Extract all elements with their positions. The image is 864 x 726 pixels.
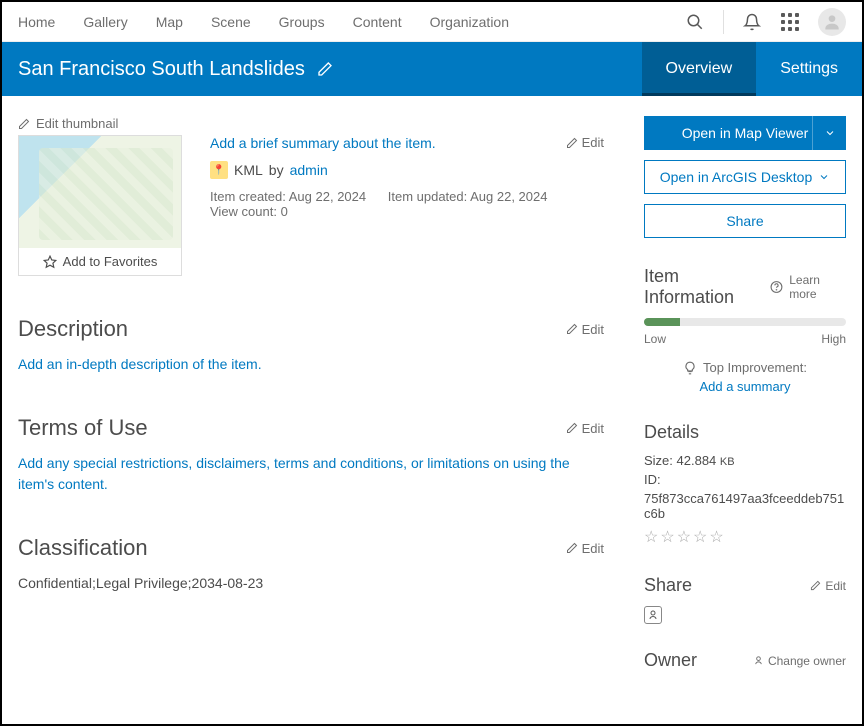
completeness-bar — [644, 318, 846, 326]
lightbulb-icon — [683, 361, 697, 375]
chevron-down-icon — [818, 171, 830, 183]
owner-section: Owner Change owner — [644, 650, 846, 671]
description-section: Description Edit Add an in-depth descrip… — [18, 316, 604, 375]
nav-groups[interactable]: Groups — [279, 14, 325, 30]
item-type: KML — [234, 162, 263, 178]
classification-section: Classification Edit Confidential;Legal P… — [18, 535, 604, 594]
star-icon[interactable]: ☆ — [693, 527, 707, 547]
share-section: Share Edit — [644, 575, 846, 624]
owner-link[interactable]: admin — [290, 162, 328, 178]
nav-scene[interactable]: Scene — [211, 14, 251, 30]
add-summary-link[interactable]: Add a brief summary about the item. — [210, 135, 436, 151]
completeness-fill — [644, 318, 680, 326]
star-icon[interactable]: ☆ — [660, 527, 674, 547]
bell-icon[interactable] — [742, 12, 762, 32]
edit-summary[interactable]: Edit — [566, 135, 604, 150]
id-label: ID: — [644, 472, 846, 487]
edit-thumbnail-label: Edit thumbnail — [36, 116, 118, 131]
chevron-down-icon[interactable] — [812, 116, 846, 150]
avatar[interactable] — [818, 8, 846, 36]
edit-classification[interactable]: Edit — [566, 541, 604, 556]
low-label: Low — [644, 332, 666, 346]
nav-organization[interactable]: Organization — [430, 14, 509, 30]
nav-map[interactable]: Map — [156, 14, 183, 30]
nav-content[interactable]: Content — [353, 14, 402, 30]
updated-date: Item updated: Aug 22, 2024 — [388, 189, 548, 204]
edit-description[interactable]: Edit — [566, 322, 604, 337]
nav-links: Home Gallery Map Scene Groups Content Or… — [18, 14, 509, 30]
thumbnail-box: Add to Favorites — [18, 135, 182, 276]
owner-title: Owner — [644, 650, 697, 671]
edit-thumbnail-link[interactable]: Edit thumbnail — [18, 116, 604, 131]
view-count: View count: 0 — [210, 204, 604, 219]
tab-overview[interactable]: Overview — [642, 42, 757, 96]
top-nav: Home Gallery Map Scene Groups Content Or… — [2, 2, 862, 42]
star-icon[interactable]: ☆ — [644, 527, 658, 547]
change-owner[interactable]: Change owner — [753, 654, 846, 668]
help-icon[interactable] — [770, 280, 783, 294]
item-type-line: 📍 KML by admin — [210, 161, 604, 179]
item-header: San Francisco South Landslides Overview … — [2, 42, 862, 96]
add-to-favorites[interactable]: Add to Favorites — [19, 248, 181, 275]
open-arcgis-desktop-button[interactable]: Open in ArcGIS Desktop — [644, 160, 846, 194]
star-icon[interactable]: ☆ — [677, 527, 691, 547]
page-title: San Francisco South Landslides — [18, 58, 305, 81]
id-value: 75f873cca761497aa3fceeddeb751c6b — [644, 491, 846, 521]
share-button[interactable]: Share — [644, 204, 846, 238]
item-info-title: Item Information — [644, 266, 764, 308]
top-improvement: Top Improvement: Add a summary — [644, 360, 846, 394]
nav-gallery[interactable]: Gallery — [83, 14, 127, 30]
meta-column: Add a brief summary about the item. Edit… — [210, 135, 604, 276]
edit-share[interactable]: Edit — [810, 579, 846, 593]
tab-settings[interactable]: Settings — [756, 42, 862, 96]
classification-heading: Classification — [18, 535, 148, 561]
meta-dates: Item created: Aug 22, 2024 Item updated:… — [210, 189, 604, 219]
by-label: by — [269, 162, 284, 178]
thumbnail-image[interactable] — [19, 136, 181, 248]
sidebar: Open in Map Viewer Open in ArcGIS Deskto… — [644, 116, 862, 722]
learn-more-link[interactable]: Learn more — [789, 273, 846, 301]
add-favorites-label: Add to Favorites — [63, 254, 158, 269]
add-summary-suggestion[interactable]: Add a summary — [644, 379, 846, 394]
terms-heading: Terms of Use — [18, 415, 148, 441]
item-information-section: Item Information Learn more Low High Top… — [644, 266, 846, 394]
description-heading: Description — [18, 316, 128, 342]
kml-icon: 📍 — [210, 161, 228, 179]
rating-stars[interactable]: ☆ ☆ ☆ ☆ ☆ — [644, 527, 846, 547]
divider — [723, 10, 724, 34]
nav-right — [685, 8, 846, 36]
terms-section: Terms of Use Edit Add any special restri… — [18, 415, 604, 495]
edit-title-icon[interactable] — [317, 61, 333, 77]
size-line: Size: 42.884 KB — [644, 453, 846, 468]
open-map-viewer-button[interactable]: Open in Map Viewer — [644, 116, 846, 150]
star-icon[interactable]: ☆ — [709, 527, 723, 547]
high-label: High — [821, 332, 846, 346]
created-date: Item created: Aug 22, 2024 — [210, 189, 366, 204]
content-column: Edit thumbnail Add to Favorites Add a br… — [18, 116, 644, 722]
nav-home[interactable]: Home — [18, 14, 55, 30]
add-description-link[interactable]: Add an in-depth description of the item. — [18, 354, 604, 375]
edit-terms[interactable]: Edit — [566, 421, 604, 436]
apps-icon[interactable] — [780, 12, 800, 32]
details-section: Details Size: 42.884 KB ID: 75f873cca761… — [644, 422, 846, 547]
header-tabs: Overview Settings — [642, 42, 863, 96]
add-terms-link[interactable]: Add any special restrictions, disclaimer… — [18, 453, 604, 495]
classification-value: Confidential;Legal Privilege;2034-08-23 — [18, 573, 604, 594]
details-title: Details — [644, 422, 699, 443]
share-title: Share — [644, 575, 692, 596]
main: Edit thumbnail Add to Favorites Add a br… — [2, 96, 862, 722]
lock-icon — [644, 606, 662, 624]
search-icon[interactable] — [685, 12, 705, 32]
thumbnail-row: Add to Favorites Add a brief summary abo… — [18, 135, 604, 276]
